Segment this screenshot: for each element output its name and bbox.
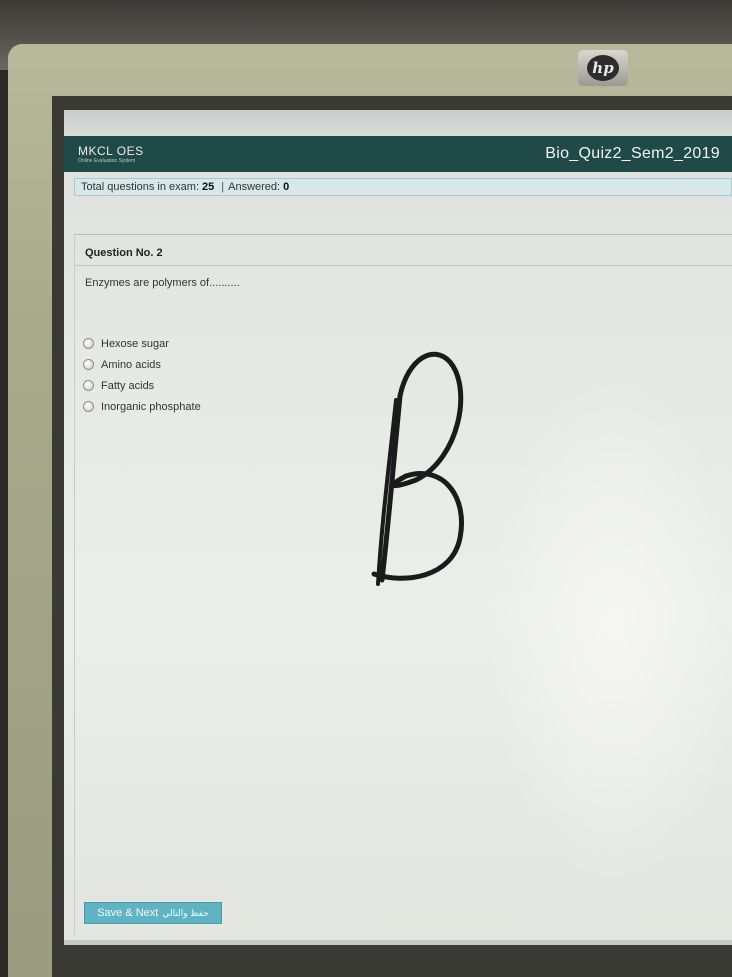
- save-next-button[interactable]: Save & Next حفظ والتالي: [84, 902, 222, 924]
- answered-value: 0: [283, 181, 290, 193]
- answered-label: Answered:: [228, 181, 281, 193]
- option-label: Amino acids: [101, 358, 161, 371]
- radio-button[interactable]: [83, 359, 94, 370]
- total-questions-label: Total questions in exam:: [81, 181, 200, 193]
- question-panel: Question No. 2 Enzymes are polymers of..…: [74, 234, 732, 935]
- total-questions-value: 25: [202, 181, 215, 193]
- save-next-label: Save & Next: [97, 907, 159, 919]
- hp-logo-text: hp: [587, 55, 619, 81]
- exam-stats-bar: Total questions in exam: 25 | Answered: …: [74, 178, 732, 196]
- option-label: Inorganic phosphate: [101, 400, 201, 413]
- brand-name: MKCL OES: [78, 143, 144, 158]
- brand-subtitle: Online Evaluation System: [78, 157, 136, 164]
- app-header: MKCL OES Online Evaluation System Bio_Qu…: [64, 136, 732, 172]
- question-text: Enzymes are polymers of..........: [85, 277, 240, 289]
- option-amino-acids[interactable]: Amino acids: [83, 354, 201, 375]
- radio-button[interactable]: [83, 380, 94, 391]
- brand-logo: MKCL OES Online Evaluation System: [78, 143, 144, 164]
- option-label: Hexose sugar: [101, 337, 169, 350]
- browser-strip: [64, 110, 732, 136]
- answer-options: Hexose sugar Amino acids Fatty acids Ino…: [83, 333, 201, 417]
- question-divider: [75, 265, 732, 266]
- question-number: Question No. 2: [85, 247, 163, 259]
- option-fatty-acids[interactable]: Fatty acids: [83, 375, 201, 396]
- exam-title: Bio_Quiz2_Sem2_2019: [545, 145, 720, 162]
- exam-screen: MKCL OES Online Evaluation System Bio_Qu…: [64, 110, 732, 945]
- radio-button[interactable]: [83, 401, 94, 412]
- bottom-bar: [64, 940, 732, 945]
- option-hexose-sugar[interactable]: Hexose sugar: [83, 333, 201, 354]
- stats-separator: |: [221, 181, 225, 193]
- radio-button[interactable]: [83, 338, 94, 349]
- hp-logo: hp: [578, 50, 628, 86]
- save-next-label-arabic: حفظ والتالي: [162, 907, 209, 918]
- option-inorganic-phosphate[interactable]: Inorganic phosphate: [83, 396, 201, 417]
- option-label: Fatty acids: [101, 379, 155, 392]
